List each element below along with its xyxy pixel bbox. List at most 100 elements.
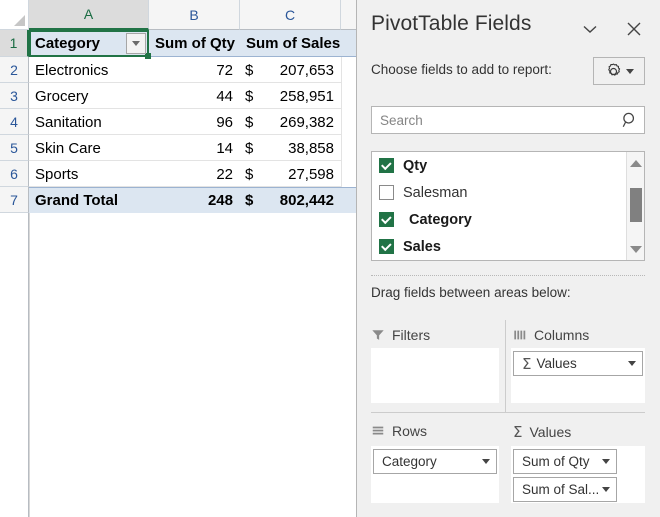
field-list-item-category[interactable]: Category	[372, 206, 644, 233]
field-list-item-salesman[interactable]: Salesman	[372, 179, 644, 206]
panel-separator	[371, 275, 645, 276]
search-input[interactable]	[372, 111, 616, 129]
filter-funnel-icon	[372, 330, 384, 340]
column-header-d[interactable]	[341, 0, 356, 30]
sigma-icon: Σ	[522, 354, 532, 373]
chevron-down-icon	[626, 68, 634, 74]
search-icon[interactable]	[616, 111, 644, 129]
gear-icon	[608, 63, 621, 76]
checkbox-qty[interactable]	[379, 158, 394, 173]
row-header-2[interactable]: 2	[0, 57, 29, 83]
rows-icon	[372, 426, 384, 435]
row-header-blank	[0, 213, 29, 517]
cell-c2[interactable]: 207,653	[258, 57, 341, 83]
cell-c6[interactable]: 27,598	[258, 161, 341, 187]
panel-collapse-button[interactable]	[577, 16, 603, 42]
area-title-rows: Rows	[392, 423, 428, 439]
filter-dropdown-icon	[132, 41, 140, 46]
field-label-qty: Qty	[403, 157, 428, 174]
checkbox-salesman[interactable]	[379, 185, 394, 200]
area-header-values: Σ Values	[513, 423, 571, 441]
field-list-scroll-down-button[interactable]	[627, 240, 645, 258]
column-header-b[interactable]: B	[149, 0, 240, 30]
cell-b2[interactable]: 72	[149, 57, 240, 83]
area-dropzone-filters[interactable]	[371, 348, 499, 403]
cell-c7-currency: $	[240, 187, 258, 213]
row-header-1[interactable]: 1	[0, 30, 29, 57]
choose-fields-label: Choose fields to add to report:	[371, 62, 552, 77]
field-list-scroll-thumb[interactable]	[630, 188, 642, 222]
filter-dropdown-button[interactable]	[126, 33, 146, 54]
field-list[interactable]: Qty Salesman Category Sales	[371, 151, 645, 261]
chevron-down-icon[interactable]	[602, 487, 610, 492]
cell-d1[interactable]	[341, 30, 356, 57]
column-header-a[interactable]: A	[29, 0, 149, 30]
checkbox-sales[interactable]	[379, 239, 394, 254]
field-list-item-qty[interactable]: Qty	[372, 152, 644, 179]
area-header-rows: Rows	[371, 423, 427, 439]
gridline-row6	[29, 186, 341, 187]
checkbox-category[interactable]	[379, 212, 394, 227]
scroll-up-arrow-icon	[630, 159, 642, 167]
columns-icon	[514, 330, 526, 340]
close-icon	[627, 22, 641, 36]
area-divider-horizontal	[371, 412, 645, 413]
cell-b1[interactable]: Sum of Qty	[149, 30, 240, 57]
field-label-salesman: Salesman	[403, 184, 468, 201]
cell-a4[interactable]: Sanitation	[29, 109, 149, 135]
field-list-scroll-up-button[interactable]	[627, 154, 645, 172]
gridline-row5	[29, 160, 341, 161]
row-header-3[interactable]: 3	[0, 83, 29, 109]
cell-b5[interactable]: 14	[149, 135, 240, 161]
spreadsheet-area: A B C 1 2 3 4 5 6 7 Category Sum of Qty …	[0, 0, 356, 517]
field-pill-label: Values	[536, 356, 577, 371]
cell-a7-grand-total[interactable]: Grand Total	[29, 187, 149, 213]
gridline-row2	[29, 82, 341, 83]
field-pill-label: Category	[382, 454, 437, 469]
search-box[interactable]	[371, 106, 645, 134]
chevron-down-icon[interactable]	[628, 361, 636, 366]
cell-b7-grand-total[interactable]: 248	[149, 187, 240, 213]
area-header-filters: Filters	[371, 327, 430, 343]
cell-b4[interactable]: 96	[149, 109, 240, 135]
row-header-5[interactable]: 5	[0, 135, 29, 161]
select-all-corner[interactable]	[0, 0, 29, 30]
gridline-row4	[29, 134, 341, 135]
cell-a3[interactable]: Grocery	[29, 83, 149, 109]
cell-a5[interactable]: Skin Care	[29, 135, 149, 161]
select-all-triangle-icon	[14, 15, 25, 26]
field-list-tools-button[interactable]	[593, 57, 645, 85]
field-list-scrollbar[interactable]	[626, 152, 644, 260]
field-pill-values-columns[interactable]: Σ Values	[513, 351, 643, 376]
cell-c1[interactable]: Sum of Sales	[240, 30, 341, 57]
row-header-6[interactable]: 6	[0, 161, 29, 187]
row-header-7[interactable]: 7	[0, 187, 29, 213]
field-pill-sum-of-qty[interactable]: Sum of Qty	[513, 449, 617, 474]
sigma-icon: Σ	[513, 423, 523, 441]
excel-pivottable-screen: A B C 1 2 3 4 5 6 7 Category Sum of Qty …	[0, 0, 660, 517]
cell-c5-currency: $	[240, 135, 258, 161]
cell-b6[interactable]: 22	[149, 161, 240, 187]
field-pill-category-rows[interactable]: Category	[373, 449, 497, 474]
cell-c7-grand-total[interactable]: 802,442	[258, 187, 341, 213]
field-list-item-sales[interactable]: Sales	[372, 233, 644, 260]
area-title-values: Values	[529, 424, 572, 440]
cell-a2[interactable]: Electronics	[29, 57, 149, 83]
cell-a6[interactable]: Sports	[29, 161, 149, 187]
field-pill-sum-of-sales[interactable]: Sum of Sal...	[513, 477, 617, 502]
cell-c4[interactable]: 269,382	[258, 109, 341, 135]
row-header-4[interactable]: 4	[0, 109, 29, 135]
area-title-filters: Filters	[392, 327, 431, 343]
chevron-down-icon[interactable]	[602, 459, 610, 464]
panel-title: PivotTable Fields	[371, 12, 532, 35]
gridline-col-c-right	[341, 57, 342, 187]
column-header-c[interactable]: C	[240, 0, 341, 30]
cell-c3[interactable]: 258,951	[258, 83, 341, 109]
area-title-columns: Columns	[534, 327, 590, 343]
chevron-down-icon	[583, 25, 597, 33]
chevron-down-icon[interactable]	[482, 459, 490, 464]
cell-d7[interactable]	[341, 187, 356, 213]
cell-c5[interactable]: 38,858	[258, 135, 341, 161]
panel-close-button[interactable]	[621, 16, 647, 42]
cell-b3[interactable]: 44	[149, 83, 240, 109]
